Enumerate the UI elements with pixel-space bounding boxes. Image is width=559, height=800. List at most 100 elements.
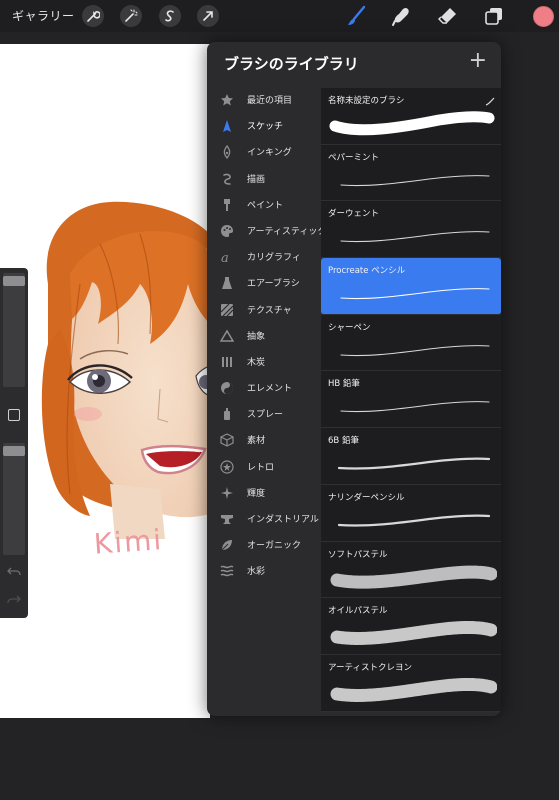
- brush-name: オイルパステル: [328, 606, 388, 617]
- category-item[interactable]: レトロ: [207, 454, 321, 480]
- undo-icon[interactable]: [7, 566, 21, 578]
- category-label: スケッチ: [247, 122, 284, 133]
- brush-item[interactable]: ダーウェント: [321, 201, 501, 259]
- brush-library-panel: ブラシのライブラリ + 最近の項目スケッチインキング描画ペイントアーティスティッ…: [207, 42, 501, 716]
- paint-brush-icon: [220, 197, 234, 211]
- retro-star-icon: [220, 459, 234, 474]
- brush-name: 6B 鉛筆: [328, 436, 359, 447]
- magic-wand-icon[interactable]: [120, 5, 142, 27]
- brush-item[interactable]: ペパーミント: [321, 144, 501, 202]
- brush-stroke-preview: [330, 621, 497, 646]
- brush-item[interactable]: シャーペン: [321, 314, 501, 372]
- transform-arrow-icon[interactable]: [197, 5, 219, 27]
- brush-name: ソフトパステル: [328, 549, 388, 560]
- triangle-icon: [219, 328, 235, 342]
- category-label: エレメント: [247, 384, 293, 395]
- brush-name: 名称未設定のブラシ: [328, 96, 405, 106]
- brush-item[interactable]: ソフトパステル: [321, 541, 501, 599]
- star-icon: [220, 92, 234, 106]
- brush-edit-icon[interactable]: [485, 92, 495, 111]
- category-item[interactable]: 抽象: [207, 323, 321, 349]
- brush-stroke-preview: [329, 111, 495, 136]
- brush-item[interactable]: HB 鉛筆: [321, 371, 501, 429]
- category-item[interactable]: 素材: [207, 427, 321, 453]
- category-item[interactable]: 輝度: [207, 480, 321, 506]
- category-label: 木炭: [247, 357, 266, 368]
- brush-size-thumb[interactable]: [3, 276, 25, 286]
- swirl-icon: [220, 171, 234, 185]
- svg-text:a: a: [221, 251, 229, 264]
- pencil-tip-icon: [220, 118, 234, 133]
- selection-icon[interactable]: [159, 5, 181, 27]
- brush-stroke-preview: [330, 677, 497, 702]
- drawing-canvas[interactable]: Kimi: [0, 44, 210, 718]
- category-item[interactable]: ペイント: [207, 192, 321, 218]
- color-swatch-button[interactable]: [533, 6, 554, 27]
- category-item[interactable]: インキング: [207, 139, 321, 165]
- brush-icon[interactable]: [345, 5, 367, 27]
- brush-name: ダーウェント: [328, 209, 380, 220]
- eraser-icon[interactable]: [437, 5, 459, 27]
- category-label: カリグラフィ: [247, 253, 301, 264]
- category-item[interactable]: 木炭: [207, 349, 321, 375]
- category-label: オーガニック: [247, 541, 302, 552]
- redo-icon[interactable]: [7, 594, 21, 606]
- category-item[interactable]: インダストリアル: [207, 506, 321, 532]
- brush-list: 名称未設定のブラシペパーミントダーウェント Procreate ペンシルシャーペン…: [321, 88, 501, 712]
- category-item[interactable]: エアーブラシ: [207, 270, 321, 296]
- brush-item[interactable]: 6B 鉛筆: [321, 428, 501, 485]
- category-item[interactable]: エレメント: [207, 375, 321, 401]
- brush-item[interactable]: 名称未設定のブラシ: [321, 88, 501, 145]
- ink-pen-icon: [220, 144, 234, 160]
- category-label: アーティスティック: [247, 226, 327, 237]
- opacity-thumb[interactable]: [3, 446, 25, 456]
- category-item[interactable]: アーティスティック: [207, 218, 326, 244]
- brush-name: HB 鉛筆: [328, 379, 360, 390]
- texture-icon: [220, 302, 234, 316]
- layers-icon[interactable]: [483, 5, 505, 27]
- brush-stroke-preview: [340, 174, 490, 186]
- opacity-slider[interactable]: [3, 443, 25, 555]
- yin-yang-icon: [220, 380, 234, 395]
- category-label: 素材: [247, 436, 266, 447]
- charcoal-icon: [220, 354, 234, 368]
- gallery-button[interactable]: ギャラリー: [12, 7, 75, 24]
- category-item[interactable]: 描画: [207, 166, 321, 192]
- category-label: 輝度: [247, 488, 266, 499]
- category-label: スプレー: [247, 410, 284, 421]
- brush-name: ナリンダーペンシル: [328, 492, 405, 503]
- category-item[interactable]: オーガニック: [207, 532, 321, 558]
- anvil-icon: [220, 511, 234, 525]
- category-label: 最近の項目: [247, 96, 293, 106]
- brush-stroke-preview: [330, 565, 497, 589]
- brush-name: Procreate ペンシル: [328, 266, 406, 277]
- smudge-icon[interactable]: [391, 5, 413, 27]
- category-label: 水彩: [247, 567, 266, 578]
- brush-item[interactable]: アーティストクレヨン: [321, 654, 501, 712]
- wrench-icon[interactable]: [82, 5, 104, 27]
- panel-title: ブラシのライブラリ: [224, 55, 359, 73]
- category-label: レトロ: [247, 462, 275, 473]
- category-item[interactable]: テクスチャ: [207, 297, 321, 323]
- cube-icon: [220, 432, 234, 448]
- brush-name: アーティストクレヨン: [328, 662, 412, 673]
- brush-size-slider[interactable]: [3, 273, 25, 387]
- category-label: 抽象: [247, 331, 266, 342]
- modify-button[interactable]: [8, 409, 20, 421]
- category-item[interactable]: 最近の項目: [207, 87, 321, 113]
- brush-item[interactable]: ナリンダーペンシル: [321, 484, 501, 542]
- brush-item[interactable]: オイルパステル: [321, 598, 501, 655]
- portrait-drawing: Kimi: [41, 201, 210, 561]
- add-brush-button[interactable]: +: [469, 50, 487, 72]
- category-item[interactable]: 水彩: [207, 558, 321, 584]
- category-label: 描画: [247, 174, 266, 185]
- airbrush-icon: [220, 275, 234, 290]
- brush-stroke-preview: [340, 231, 490, 243]
- category-item[interactable]: スプレー: [207, 401, 321, 427]
- category-item[interactable]: スケッチ: [207, 113, 321, 139]
- brush-item[interactable]: Procreate ペンシル: [321, 258, 501, 315]
- left-sidebar: [0, 268, 28, 618]
- category-item[interactable]: a カリグラフィ: [207, 244, 321, 270]
- category-label: テクスチャ: [247, 305, 292, 316]
- category-list: 最近の項目スケッチインキング描画ペイントアーティスティック a カリグラフィエアーブ…: [207, 87, 326, 585]
